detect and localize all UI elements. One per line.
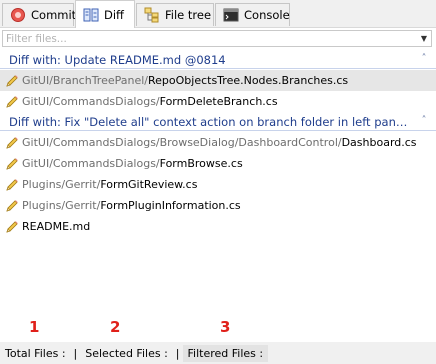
- tab-label: Console: [244, 8, 290, 22]
- file-directory: GitUI/CommandsDialogs/: [22, 157, 160, 170]
- collapse-icon[interactable]: ˄: [418, 52, 430, 66]
- file-row[interactable]: GitUI/CommandsDialogs/FormDeleteBranch.c…: [0, 91, 436, 112]
- modified-file-icon: [5, 74, 19, 88]
- modified-file-icon: [5, 136, 19, 150]
- file-row[interactable]: Plugins/Gerrit/FormGitReview.cs: [0, 174, 436, 195]
- file-tree-icon: [144, 7, 160, 23]
- file-name: FormDeleteBranch.cs: [159, 95, 278, 108]
- file-row[interactable]: GitUI/BranchTreePanel/RepoObjectsTree.No…: [0, 70, 436, 91]
- modified-file-icon: [5, 220, 19, 234]
- file-directory: GitUI/CommandsDialogs/: [22, 95, 160, 108]
- group-header[interactable]: Diff with: Update README.md @0814 ˄: [0, 50, 436, 70]
- callout-number: 3: [220, 318, 231, 336]
- file-path: GitUI/BranchTreePanel/RepoObjectsTree.No…: [22, 74, 348, 87]
- file-name: RepoObjectsTree.Nodes.Branches.cs: [148, 74, 349, 87]
- file-path: README.md: [22, 220, 90, 233]
- chevron-down-icon[interactable]: ▼: [417, 31, 431, 46]
- group-header-label: Diff with: Fix "Delete all" context acti…: [9, 115, 436, 129]
- modified-file-icon: [5, 178, 19, 192]
- filtered-files-label: Filtered Files :: [182, 344, 269, 362]
- status-bar: Total Files : | Selected Files : | Filte…: [0, 342, 436, 364]
- filter-input[interactable]: [3, 31, 417, 46]
- tab-label: File tree: [165, 8, 212, 22]
- status-separator: |: [175, 346, 180, 360]
- selected-files-label: Selected Files :: [85, 346, 168, 360]
- console-icon: [223, 7, 239, 23]
- file-path: Plugins/Gerrit/FormGitReview.cs: [22, 178, 197, 191]
- tab-console[interactable]: Console: [215, 3, 290, 26]
- modified-file-icon: [5, 157, 19, 171]
- file-path: GitUI/CommandsDialogs/BrowseDialog/Dashb…: [22, 136, 417, 149]
- file-name: FormPluginInformation.cs: [100, 199, 241, 212]
- group-header[interactable]: Diff with: Fix "Delete all" context acti…: [0, 112, 436, 132]
- callout-number: 2: [110, 318, 121, 336]
- file-row[interactable]: Plugins/Gerrit/FormPluginInformation.cs: [0, 195, 436, 216]
- file-list: Diff with: Update README.md @0814 ˄ GitUI/…: [0, 50, 436, 237]
- file-name: README.md: [22, 220, 91, 233]
- tab-commit[interactable]: Commit: [2, 3, 77, 26]
- commit-icon: [10, 7, 26, 23]
- file-name: FormGitReview.cs: [100, 178, 198, 191]
- group-divider: [0, 68, 436, 69]
- tab-strip: Commit Diff File tree Console: [0, 0, 436, 28]
- file-name: FormBrowse.cs: [159, 157, 243, 170]
- collapse-icon[interactable]: ˄: [418, 114, 430, 128]
- status-separator: |: [73, 346, 78, 360]
- file-directory: GitUI/CommandsDialogs/BrowseDialog/Dashb…: [22, 136, 342, 149]
- file-name: Dashboard.cs: [341, 136, 417, 149]
- tab-label: Diff: [104, 7, 124, 22]
- file-path: GitUI/CommandsDialogs/FormBrowse.cs: [22, 157, 243, 170]
- group-header-label: Diff with: Update README.md @0814: [9, 53, 226, 67]
- callout-number: 1: [29, 318, 40, 336]
- diff-panel: ▼ Diff with: Update README.md @0814 ˄ GitU…: [0, 27, 436, 343]
- file-path: GitUI/CommandsDialogs/FormDeleteBranch.c…: [22, 95, 278, 108]
- file-directory: GitUI/BranchTreePanel/: [22, 74, 148, 87]
- modified-file-icon: [5, 95, 19, 109]
- group-divider: [0, 130, 436, 131]
- modified-file-icon: [5, 199, 19, 213]
- total-files-label: Total Files :: [5, 346, 66, 360]
- file-directory: Plugins/Gerrit/: [22, 199, 101, 212]
- filter-combobox[interactable]: ▼: [2, 30, 432, 47]
- tab-label: Commit: [31, 8, 77, 22]
- file-row[interactable]: GitUI/CommandsDialogs/BrowseDialog/Dashb…: [0, 132, 436, 153]
- tab-diff[interactable]: Diff: [75, 0, 135, 28]
- file-row[interactable]: README.md: [0, 216, 436, 237]
- diff-icon: [83, 7, 99, 23]
- file-directory: Plugins/Gerrit/: [22, 178, 101, 191]
- file-path: Plugins/Gerrit/FormPluginInformation.cs: [22, 199, 241, 212]
- tab-file-tree[interactable]: File tree: [136, 3, 214, 26]
- file-row[interactable]: GitUI/CommandsDialogs/FormBrowse.cs: [0, 153, 436, 174]
